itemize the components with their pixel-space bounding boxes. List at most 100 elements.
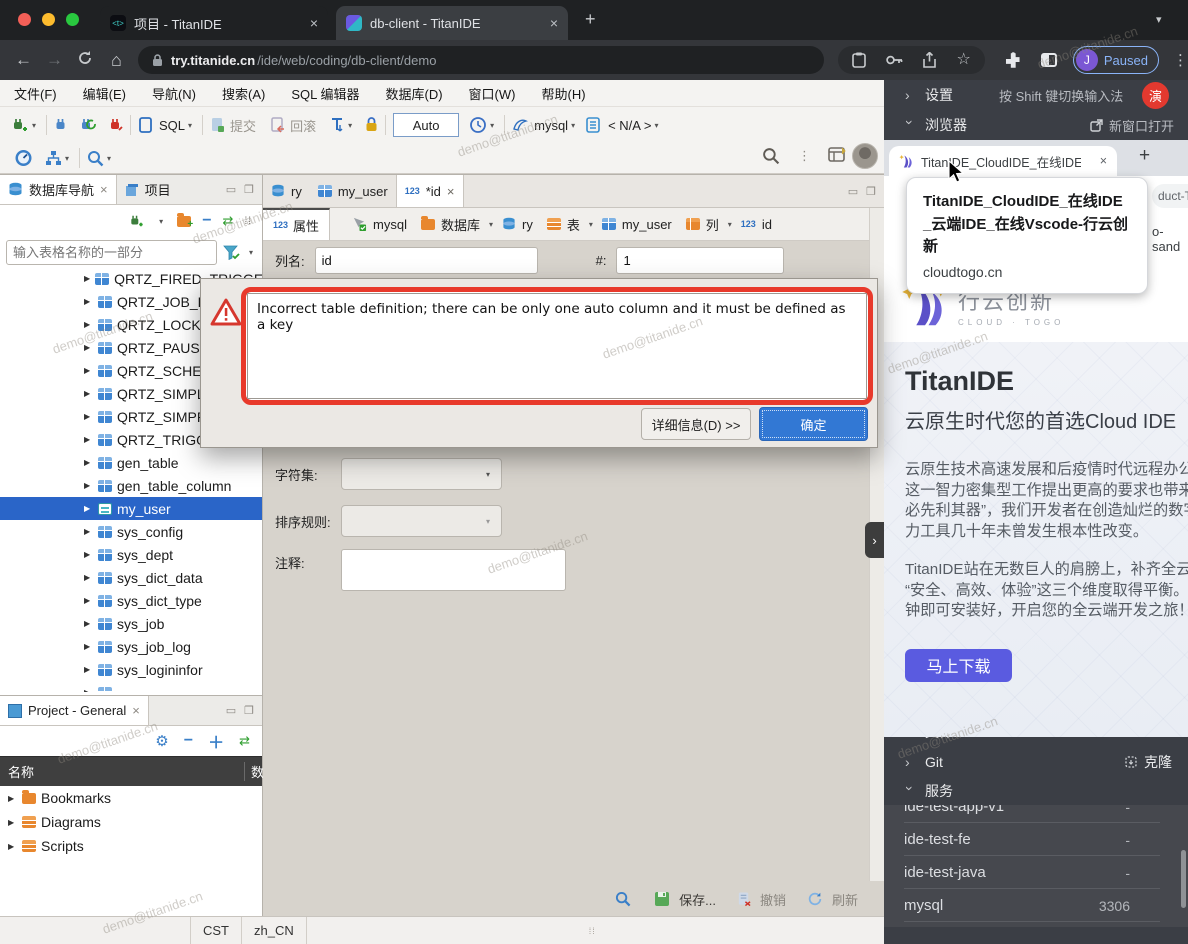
table-row[interactable]: ▶sys_dept bbox=[0, 543, 262, 566]
link-editor-icon[interactable]: ⇄ bbox=[223, 213, 234, 229]
menu-edit[interactable]: 编辑(E) bbox=[83, 84, 126, 103]
breadcrumb-tables[interactable]: 表 bbox=[567, 215, 580, 234]
service-row[interactable]: ide-test-fe- bbox=[884, 823, 1188, 856]
menu-database[interactable]: 数据库(D) bbox=[386, 84, 443, 103]
clipboard-icon[interactable] bbox=[852, 52, 866, 68]
maximize-panel-icon[interactable]: ❐ bbox=[244, 183, 254, 196]
maximize-panel-icon[interactable]: ❐ bbox=[866, 185, 876, 198]
section-git[interactable]: › Git 克隆 bbox=[884, 747, 1188, 777]
back-icon[interactable]: ← bbox=[8, 50, 39, 70]
dashboard-gauge-icon[interactable] bbox=[14, 149, 33, 167]
table-row-selected[interactable]: ▶my_user bbox=[0, 497, 262, 520]
comment-input[interactable] bbox=[341, 549, 566, 591]
settings-gear-icon[interactable]: ⚙ bbox=[155, 732, 168, 750]
statusbar-grip[interactable]: ⁞⁞ bbox=[589, 926, 596, 936]
breadcrumb-databases[interactable]: 数据库 bbox=[441, 215, 480, 234]
extensions-puzzle-icon[interactable] bbox=[1005, 52, 1021, 69]
close-window-button[interactable] bbox=[18, 13, 31, 26]
breadcrumb-column[interactable]: id bbox=[762, 217, 772, 232]
new-folder-icon[interactable]: + bbox=[177, 216, 191, 227]
editor-tab-my-user[interactable]: my_user bbox=[310, 175, 396, 207]
chevron-down-icon[interactable]: ▾ bbox=[32, 121, 36, 130]
ordinal-input[interactable] bbox=[616, 247, 784, 274]
home-icon[interactable]: ⌂ bbox=[101, 50, 132, 71]
lock-icon[interactable] bbox=[365, 117, 378, 133]
tab-projects[interactable]: 项目 bbox=[117, 175, 179, 204]
menu-file[interactable]: 文件(F) bbox=[14, 84, 57, 103]
breadcrumb-database[interactable]: ry bbox=[522, 217, 533, 232]
section-browser[interactable]: › 浏览器 新窗口打开 bbox=[884, 110, 1188, 140]
maximize-window-button[interactable] bbox=[66, 13, 79, 26]
profile-button[interactable]: J Paused bbox=[1073, 46, 1159, 74]
column-header-data[interactable]: 数 bbox=[244, 762, 262, 781]
expand-panel-handle[interactable]: › bbox=[865, 522, 884, 558]
network-topology-icon[interactable] bbox=[45, 150, 62, 166]
reload-icon[interactable] bbox=[70, 50, 101, 71]
expand-all-icon[interactable]: ＋ bbox=[208, 729, 224, 753]
quick-search-icon[interactable] bbox=[762, 147, 780, 165]
project-item-bookmarks[interactable]: ▶Bookmarks bbox=[0, 786, 262, 810]
chevron-down-icon[interactable]: ▾ bbox=[107, 154, 111, 163]
table-row[interactable]: ▶sys_dict_type bbox=[0, 589, 262, 612]
git-clone-button[interactable]: 克隆 bbox=[1124, 752, 1172, 772]
tab-close-icon[interactable]: × bbox=[550, 15, 558, 31]
service-row[interactable]: ide-test-app-v1- bbox=[884, 805, 1188, 823]
chevron-down-icon[interactable]: ▾ bbox=[490, 121, 494, 130]
inner-browser-tab[interactable]: TitanIDE_CloudIDE_在线IDE_ × bbox=[889, 146, 1117, 176]
bookmark-star-icon[interactable]: ☆ bbox=[956, 55, 970, 65]
save-button[interactable]: 保存... bbox=[679, 890, 716, 909]
new-tab-button[interactable]: + bbox=[585, 9, 596, 30]
chevron-down-icon[interactable]: ▾ bbox=[654, 121, 658, 130]
new-connection-icon[interactable] bbox=[129, 214, 145, 228]
menu-help[interactable]: 帮助(H) bbox=[541, 84, 585, 103]
new-connection-icon[interactable] bbox=[12, 117, 29, 133]
inner-new-tab-button[interactable]: + bbox=[1139, 145, 1150, 167]
open-new-window-button[interactable]: 新窗口打开 bbox=[1090, 116, 1174, 135]
browser-tab-dbclient[interactable]: db-client - TitanIDE × bbox=[336, 6, 568, 40]
active-connection-label[interactable]: mysql bbox=[534, 118, 568, 133]
chevron-down-icon[interactable]: ▾ bbox=[348, 121, 352, 130]
close-icon[interactable]: × bbox=[132, 703, 140, 718]
tab-search-chevron-icon[interactable]: ▾ bbox=[1156, 13, 1162, 26]
search-icon[interactable] bbox=[615, 891, 631, 907]
table-filter-input[interactable] bbox=[6, 240, 217, 265]
details-button[interactable]: 详细信息(D) >> bbox=[641, 408, 751, 440]
breadcrumb-connection[interactable]: mysql bbox=[373, 217, 407, 232]
download-button[interactable]: 马上下载 bbox=[905, 649, 1012, 682]
ok-button[interactable]: 确定 bbox=[759, 407, 868, 441]
auto-commit-box[interactable]: Auto bbox=[393, 113, 459, 137]
search-tool-icon[interactable] bbox=[87, 150, 104, 167]
section-services[interactable]: › 服务 bbox=[884, 777, 1188, 805]
close-icon[interactable]: × bbox=[447, 184, 455, 199]
subtab-properties[interactable]: 123 属性 bbox=[263, 208, 330, 240]
table-row[interactable]: ▶gen_table bbox=[0, 451, 262, 474]
project-item-diagrams[interactable]: ▶Diagrams bbox=[0, 810, 262, 834]
tab-database-navigator[interactable]: 数据库导航 × bbox=[0, 175, 117, 204]
active-schema-label[interactable]: < N/A > bbox=[608, 118, 651, 133]
menu-sql-editor[interactable]: SQL 编辑器 bbox=[291, 84, 359, 103]
transaction-mode-icon[interactable] bbox=[330, 117, 345, 133]
view-menu-icon[interactable]: ⁞⁞ bbox=[244, 216, 252, 227]
breadcrumb-table[interactable]: my_user bbox=[622, 217, 672, 232]
collapse-all-icon[interactable]: − bbox=[184, 732, 193, 750]
table-row[interactable]: ▶sys_job bbox=[0, 612, 262, 635]
save-floppy-icon[interactable] bbox=[654, 891, 670, 907]
filter-funnel-icon[interactable] bbox=[223, 245, 240, 260]
scrollbar-thumb[interactable] bbox=[1181, 850, 1186, 908]
close-icon[interactable]: × bbox=[1100, 154, 1107, 168]
menu-window[interactable]: 窗口(W) bbox=[469, 84, 516, 103]
sql-editor-label[interactable]: SQL bbox=[159, 118, 185, 133]
chevron-down-icon[interactable]: ▾ bbox=[249, 248, 253, 257]
chevron-down-icon[interactable]: ▾ bbox=[571, 121, 575, 130]
browser-tab-project[interactable]: <t> 项目 - TitanIDE × bbox=[100, 6, 328, 40]
table-row[interactable]: ▶sys_job_log bbox=[0, 635, 262, 658]
project-item-scripts[interactable]: ▶Scripts bbox=[0, 834, 262, 858]
collapse-all-icon[interactable]: − bbox=[202, 212, 211, 230]
chevron-down-icon[interactable]: ▾ bbox=[65, 154, 69, 163]
refresh-icon[interactable] bbox=[807, 891, 823, 907]
chevron-down-icon[interactable]: ▾ bbox=[188, 121, 192, 130]
maximize-panel-icon[interactable]: ❐ bbox=[244, 704, 254, 717]
tab-close-icon[interactable]: × bbox=[310, 15, 318, 31]
user-avatar[interactable] bbox=[852, 143, 878, 169]
url-bar[interactable]: try.titanide.cn/ide/web/coding/db-client… bbox=[138, 46, 825, 74]
